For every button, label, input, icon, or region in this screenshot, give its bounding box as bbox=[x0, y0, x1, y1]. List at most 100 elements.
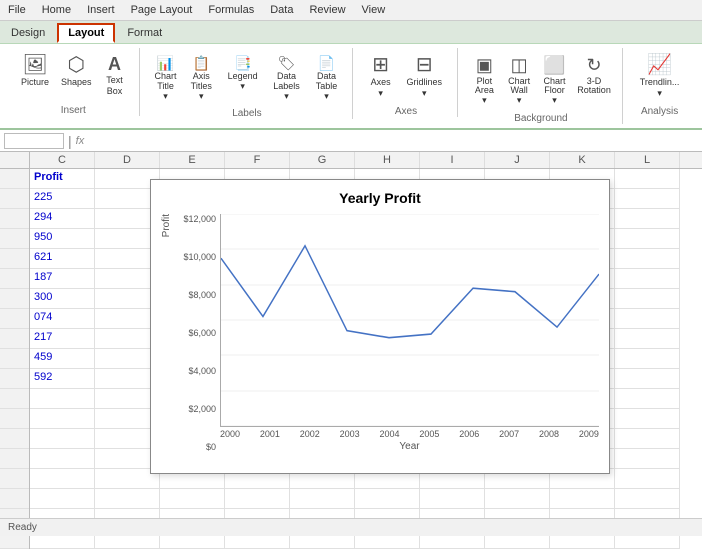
row-header-16 bbox=[0, 469, 29, 489]
menu-formulas[interactable]: Formulas bbox=[200, 2, 262, 18]
cell-value[interactable]: 217 bbox=[30, 329, 95, 349]
y-tick-12000: $12,000 bbox=[176, 214, 216, 224]
3d-rotation-label: 3-DRotation bbox=[577, 77, 611, 97]
menu-page-layout[interactable]: Page Layout bbox=[123, 2, 201, 18]
grid-cell[interactable] bbox=[225, 489, 290, 509]
y-axis-label: Profit bbox=[161, 214, 172, 237]
gridlines-label: Gridlines ▾ bbox=[405, 77, 444, 99]
grid-cell[interactable] bbox=[95, 489, 160, 509]
grid-cell[interactable] bbox=[615, 429, 680, 449]
col-header-h: H bbox=[355, 152, 420, 168]
menu-data[interactable]: Data bbox=[262, 2, 301, 18]
grid-cell[interactable] bbox=[615, 469, 680, 489]
trendline-button[interactable]: 📈 Trendlin... ▾ bbox=[633, 52, 686, 102]
data-table-button[interactable]: 📄 DataTable ▾ bbox=[309, 52, 345, 104]
x-label-2009: 2009 bbox=[579, 429, 599, 439]
axes-label: Axes ▾ bbox=[368, 77, 393, 99]
spreadsheet: C D E F G H I J K L M bbox=[0, 152, 702, 549]
grid-cell[interactable] bbox=[30, 429, 95, 449]
cell-profit-label[interactable]: Profit bbox=[30, 169, 95, 189]
cell-value[interactable]: 950 bbox=[30, 229, 95, 249]
shapes-button[interactable]: ⬡ Shapes bbox=[56, 52, 97, 91]
cell-value[interactable]: 187 bbox=[30, 269, 95, 289]
insert-buttons: 🖼 Picture ⬡ Shapes A TextBox bbox=[16, 48, 131, 101]
tab-design[interactable]: Design bbox=[0, 23, 56, 43]
data-labels-button[interactable]: 🏷 DataLabels ▾ bbox=[266, 52, 306, 104]
textbox-icon: A bbox=[108, 55, 121, 73]
tab-layout[interactable]: Layout bbox=[57, 23, 115, 43]
grid-cell[interactable] bbox=[550, 489, 615, 509]
scroll-area: Profit 225 294 bbox=[0, 169, 702, 549]
grid-cell[interactable] bbox=[615, 369, 680, 389]
chart-title-button[interactable]: 📊 ChartTitle ▾ bbox=[150, 52, 182, 104]
col-header-k: K bbox=[550, 152, 615, 168]
chart-plot-area bbox=[220, 214, 599, 427]
name-box[interactable] bbox=[4, 133, 64, 149]
grid-cell[interactable] bbox=[485, 489, 550, 509]
grid-cell[interactable] bbox=[30, 409, 95, 429]
grid-cell[interactable] bbox=[30, 489, 95, 509]
legend-icon: 📑 bbox=[234, 55, 251, 72]
analysis-buttons: 📈 Trendlin... ▾ bbox=[633, 48, 686, 102]
chart-floor-button[interactable]: ⬜ ChartFloor ▾ bbox=[537, 52, 572, 109]
grid-cell[interactable] bbox=[615, 409, 680, 429]
y-tick-4000: $4,000 bbox=[176, 366, 216, 376]
chart-wall-label: ChartWall ▾ bbox=[508, 77, 530, 107]
3d-rotation-button[interactable]: ↻ 3-DRotation bbox=[574, 52, 614, 99]
picture-button[interactable]: 🖼 Picture bbox=[16, 52, 54, 91]
grid-cell[interactable] bbox=[615, 449, 680, 469]
x-label-2007: 2007 bbox=[499, 429, 519, 439]
axes-button[interactable]: ⊞ Axes ▾ bbox=[363, 52, 398, 102]
grid-cell[interactable] bbox=[615, 229, 680, 249]
cell-value[interactable]: 300 bbox=[30, 289, 95, 309]
x-label-2002: 2002 bbox=[300, 429, 320, 439]
legend-button[interactable]: 📑 Legend ▾ bbox=[221, 52, 264, 95]
cell-value[interactable]: 294 bbox=[30, 209, 95, 229]
col-header-g: G bbox=[290, 152, 355, 168]
menu-view[interactable]: View bbox=[354, 2, 394, 18]
chart-container[interactable]: Yearly Profit Profit $12,000 $10,000 $8,… bbox=[150, 179, 610, 474]
grid-cell[interactable] bbox=[615, 349, 680, 369]
cell-value[interactable]: 225 bbox=[30, 189, 95, 209]
grid-cell[interactable] bbox=[615, 189, 680, 209]
grid-cell[interactable] bbox=[615, 249, 680, 269]
grid-cell[interactable] bbox=[355, 489, 420, 509]
analysis-group-label: Analysis bbox=[641, 106, 678, 117]
tab-format[interactable]: Format bbox=[116, 23, 173, 43]
chart-wall-button[interactable]: ◫ ChartWall ▾ bbox=[503, 52, 535, 109]
cell-value[interactable]: 074 bbox=[30, 309, 95, 329]
chart-title-label: ChartTitle ▾ bbox=[155, 72, 177, 102]
menu-file[interactable]: File bbox=[0, 2, 34, 18]
axis-titles-button[interactable]: 📋 AxisTitles ▾ bbox=[184, 52, 219, 104]
column-headers: C D E F G H I J K L M bbox=[0, 152, 702, 169]
cell-value[interactable]: 592 bbox=[30, 369, 95, 389]
cell-value[interactable]: 459 bbox=[30, 349, 95, 369]
grid-cell[interactable] bbox=[420, 489, 485, 509]
grid-cell[interactable] bbox=[290, 489, 355, 509]
formula-input[interactable] bbox=[88, 135, 698, 147]
grid-cell[interactable] bbox=[615, 309, 680, 329]
grid-cell[interactable] bbox=[30, 449, 95, 469]
gridlines-button[interactable]: ⊟ Gridlines ▾ bbox=[400, 52, 449, 102]
grid-cell[interactable] bbox=[615, 489, 680, 509]
menu-home[interactable]: Home bbox=[34, 2, 79, 18]
grid-cell[interactable] bbox=[160, 489, 225, 509]
gridlines-icon: ⊟ bbox=[416, 55, 433, 75]
menu-review[interactable]: Review bbox=[301, 2, 353, 18]
grid-cell[interactable] bbox=[615, 269, 680, 289]
grid-cell[interactable] bbox=[615, 169, 680, 189]
grid-cell[interactable] bbox=[615, 289, 680, 309]
header-spacer bbox=[0, 152, 30, 168]
textbox-button[interactable]: A TextBox bbox=[99, 52, 131, 100]
plot-area-button[interactable]: ▣ PlotArea ▾ bbox=[468, 52, 501, 109]
chart-wall-icon: ◫ bbox=[511, 55, 528, 77]
grid-cell[interactable] bbox=[615, 389, 680, 409]
menu-insert[interactable]: Insert bbox=[79, 2, 123, 18]
cell-value[interactable]: 621 bbox=[30, 249, 95, 269]
grid-cell[interactable] bbox=[615, 209, 680, 229]
grid-cell[interactable] bbox=[30, 389, 95, 409]
grid-cell[interactable] bbox=[615, 329, 680, 349]
axes-buttons: ⊞ Axes ▾ ⊟ Gridlines ▾ bbox=[363, 48, 448, 102]
spreadsheet-body: Profit 225 294 bbox=[0, 169, 702, 549]
grid-cell[interactable] bbox=[30, 469, 95, 489]
